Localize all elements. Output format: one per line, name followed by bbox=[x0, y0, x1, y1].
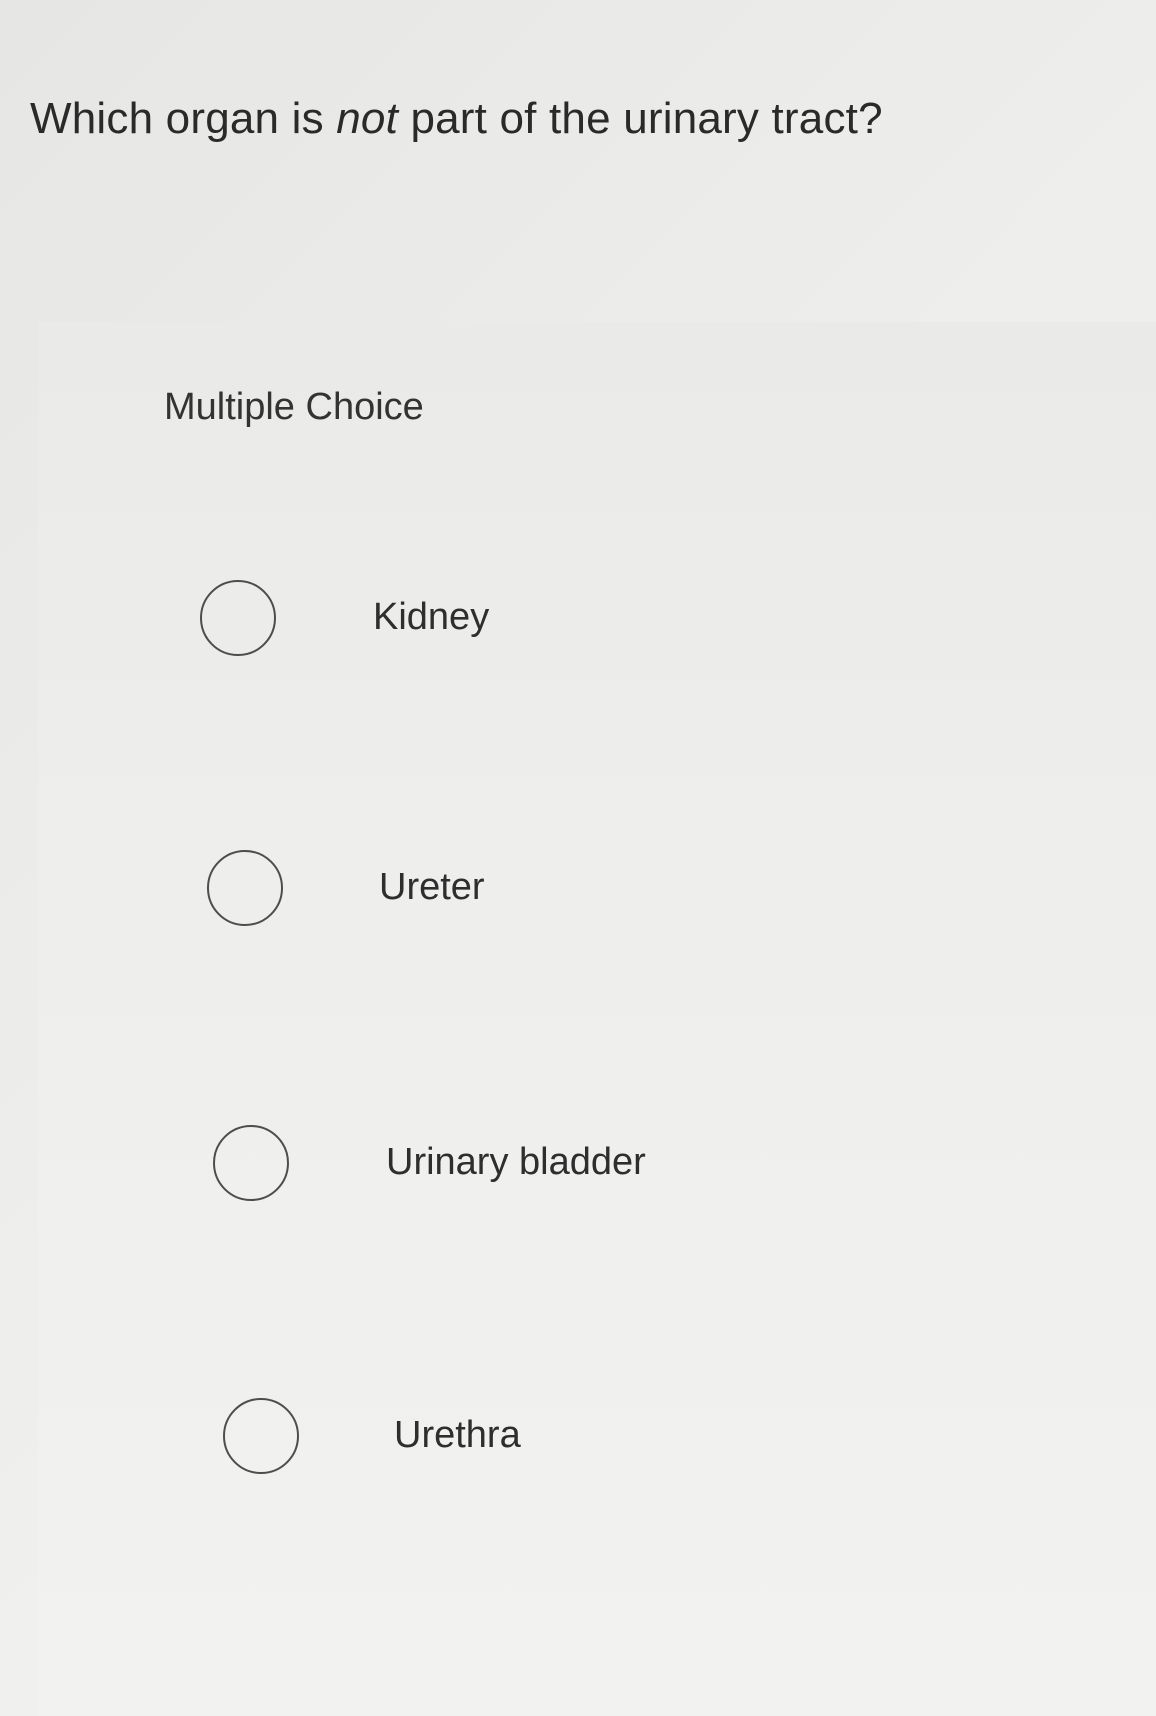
option-urinary-bladder[interactable]: Urinary bladder bbox=[150, 1125, 1050, 1235]
question-text-before: Which organ is bbox=[30, 94, 337, 143]
option-label-kidney: Kidney bbox=[373, 596, 490, 638]
question-text-emphasis: not bbox=[336, 94, 399, 143]
option-kidney[interactable]: Kidney bbox=[150, 580, 1050, 690]
option-label-urinary-bladder: Urinary bladder bbox=[386, 1141, 646, 1183]
question-header: Which organ is not part of the urinary t… bbox=[30, 92, 1110, 146]
option-label-ureter: Ureter bbox=[379, 866, 485, 908]
question-text: Which organ is not part of the urinary t… bbox=[30, 92, 1110, 146]
radio-button-urinary-bladder[interactable] bbox=[213, 1125, 289, 1201]
question-type-label: Multiple Choice bbox=[164, 386, 424, 428]
question-text-after: part of the urinary tract? bbox=[398, 94, 883, 143]
radio-button-ureter[interactable] bbox=[207, 850, 283, 926]
option-label-urethra: Urethra bbox=[394, 1414, 521, 1456]
radio-button-urethra[interactable] bbox=[223, 1398, 299, 1474]
option-ureter[interactable]: Ureter bbox=[150, 850, 1050, 960]
radio-button-kidney[interactable] bbox=[200, 580, 276, 656]
option-urethra[interactable]: Urethra bbox=[150, 1398, 1050, 1508]
